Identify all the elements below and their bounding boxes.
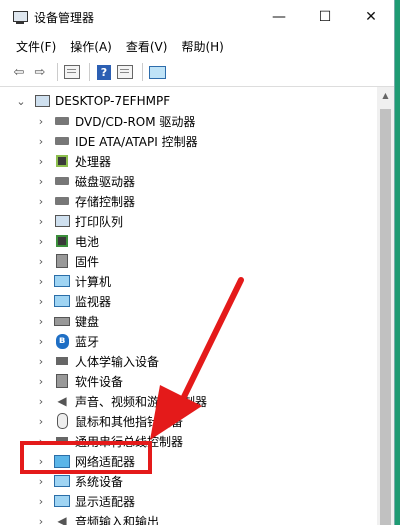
annotation-arrow bbox=[150, 277, 244, 440]
